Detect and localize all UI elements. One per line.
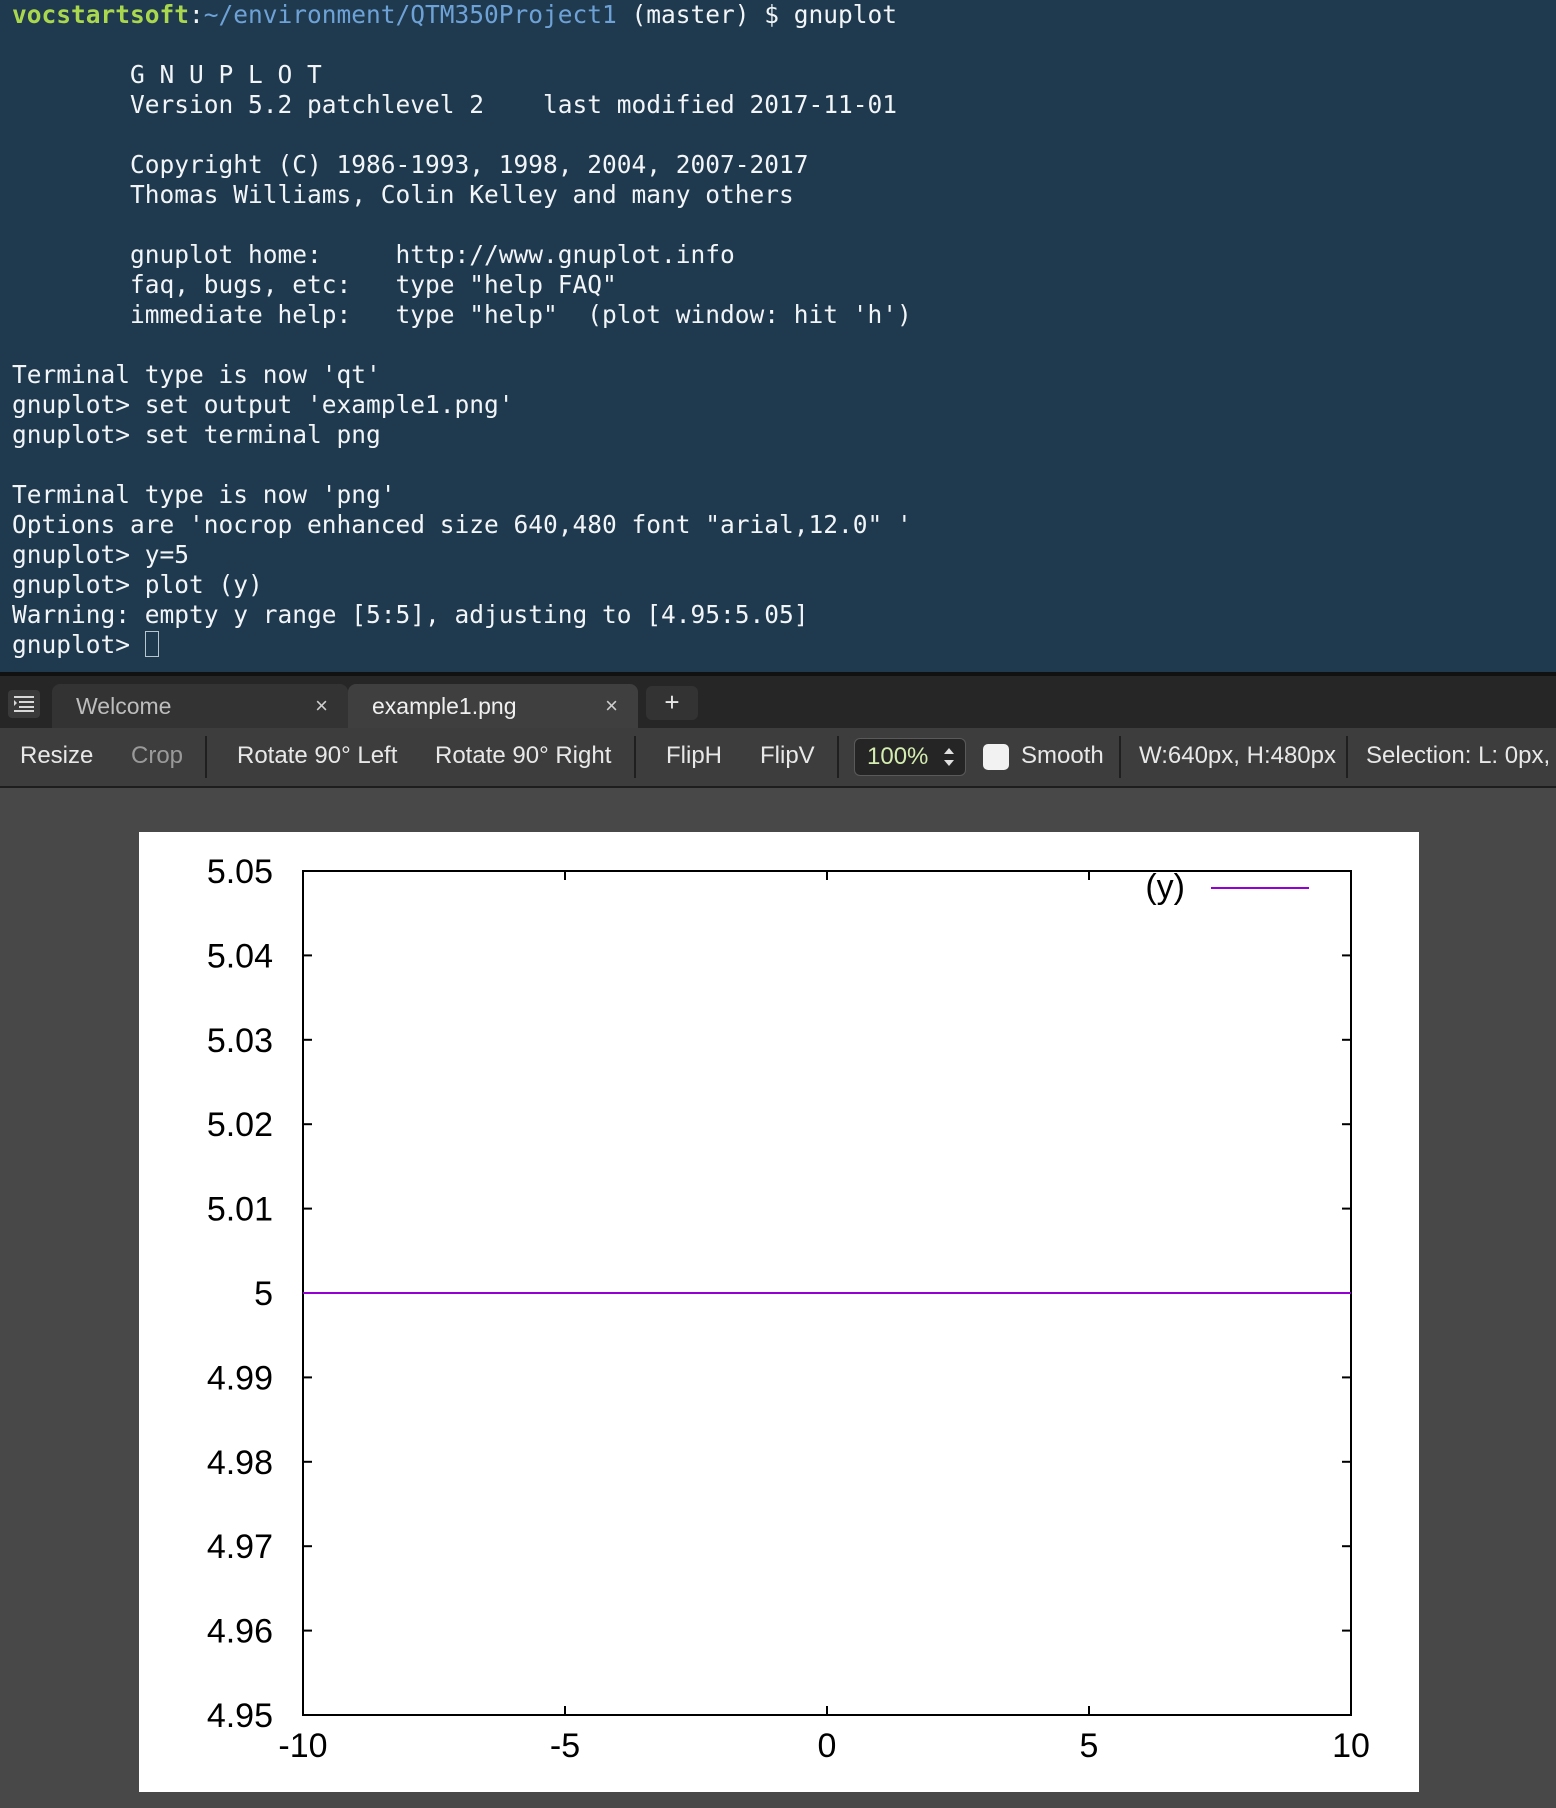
zoom-value: 100%	[867, 743, 929, 770]
toolbar-divider	[205, 736, 207, 778]
prompt-user: vocstartsoft	[12, 0, 190, 29]
tab-welcome[interactable]: Welcome ×	[52, 684, 348, 728]
close-icon[interactable]: ×	[605, 684, 618, 728]
x-tick-label: -5	[550, 1727, 580, 1765]
y-tick-label: 5	[254, 1275, 273, 1313]
new-tab-button[interactable]: +	[646, 686, 698, 720]
toolbar-divider	[1119, 736, 1121, 778]
legend-label: (y)	[1145, 868, 1185, 906]
terminal-line: gnuplot> set output 'example1.png'	[12, 390, 514, 419]
y-tick-label: 4.98	[207, 1444, 273, 1482]
tab-label: example1.png	[372, 693, 517, 719]
flip-horizontal-button[interactable]: FlipH	[666, 728, 722, 786]
x-tick-label: 5	[1080, 1727, 1099, 1765]
prompt-separator: :	[189, 0, 204, 29]
x-tick-label: -10	[278, 1727, 327, 1765]
terminal-line: Thomas Williams, Colin Kelley and many o…	[12, 180, 794, 209]
terminal-line: Terminal type is now 'png'	[12, 480, 396, 509]
terminal-line: Warning: empty y range [5:5], adjusting …	[12, 600, 809, 629]
gnuplot-prompt: gnuplot>	[12, 630, 145, 659]
tab-label: Welcome	[76, 693, 172, 719]
zoom-stepper[interactable]: 100%	[854, 738, 966, 776]
terminal-line: Options are 'nocrop enhanced size 640,48…	[12, 510, 912, 539]
terminal-line: gnuplot home: http://www.gnuplot.info	[12, 240, 735, 269]
shell-prompt-line: vocstartsoft:~/environment/QTM350Project…	[12, 0, 1544, 30]
terminal-line: immediate help: type "help" (plot window…	[12, 300, 912, 329]
tab-bar: Welcome × example1.png × +	[0, 676, 1556, 728]
y-tick-label: 5.02	[207, 1106, 273, 1144]
y-tick-label: 4.99	[207, 1359, 273, 1397]
list-icon	[14, 696, 34, 712]
smooth-checkbox[interactable]	[983, 744, 1009, 770]
flip-vertical-button[interactable]: FlipV	[760, 728, 815, 786]
prompt-path: ~/environment/QTM350Project1	[203, 0, 617, 29]
terminal-line: Version 5.2 patchlevel 2 last modified 2…	[12, 90, 898, 119]
y-tick-label: 5.01	[207, 1191, 273, 1229]
terminal-line: Copyright (C) 1986-1993, 1998, 2004, 200…	[12, 150, 809, 179]
prompt-command: (master) $ gnuplot	[616, 0, 898, 29]
toolbar-divider	[634, 736, 636, 778]
y-tick-label: 4.97	[207, 1528, 273, 1566]
terminal-line: G N U P L O T	[12, 60, 322, 89]
crop-button[interactable]: Crop	[131, 728, 183, 786]
tab-list-button[interactable]	[8, 690, 40, 718]
y-tick-label: 5.04	[207, 937, 273, 975]
rotate-left-button[interactable]: Rotate 90° Left	[237, 728, 397, 786]
y-tick-label: 5.03	[207, 1022, 273, 1060]
up-down-arrows-icon[interactable]	[943, 746, 955, 768]
x-tick-label: 0	[818, 1727, 837, 1765]
image-toolbar: Resize Crop Rotate 90° Left Rotate 90° R…	[0, 728, 1556, 788]
image-dimensions: W:640px, H:480px	[1139, 742, 1337, 769]
gnuplot-input-line[interactable]: gnuplot>	[12, 630, 1544, 660]
toolbar-divider	[837, 736, 839, 778]
resize-button[interactable]: Resize	[20, 728, 93, 786]
y-tick-label: 4.95	[207, 1697, 273, 1735]
y-tick-label: 5.05	[207, 853, 273, 891]
smooth-label: Smooth	[1021, 742, 1104, 769]
y-tick-label: 4.96	[207, 1613, 273, 1651]
x-tick-label: 10	[1332, 1727, 1370, 1765]
terminal-pane[interactable]: vocstartsoft:~/environment/QTM350Project…	[0, 0, 1556, 672]
gnuplot-chart: 4.95 4.96 4.97 4.98 4.99 5 5.01 5.02 5.03 5.04 5.0…	[207, 853, 1370, 1765]
toolbar-divider	[1346, 736, 1348, 778]
terminal-line: gnuplot> plot (y)	[12, 570, 263, 599]
terminal-line: faq, bugs, etc: type "help FAQ"	[12, 270, 617, 299]
rotate-right-button[interactable]: Rotate 90° Right	[435, 728, 611, 786]
terminal-line: Terminal type is now 'qt'	[12, 360, 381, 389]
terminal-line: gnuplot> set terminal png	[12, 420, 381, 449]
selection-info: Selection: L: 0px,	[1366, 742, 1551, 769]
text-cursor	[144, 631, 159, 657]
plot-image: 4.95 4.96 4.97 4.98 4.99 5 5.01 5.02 5.03 5.04 5.0…	[139, 832, 1419, 1792]
close-icon[interactable]: ×	[315, 684, 328, 728]
terminal-line: gnuplot> y=5	[12, 540, 190, 569]
tab-example1-png[interactable]: example1.png ×	[348, 684, 638, 728]
